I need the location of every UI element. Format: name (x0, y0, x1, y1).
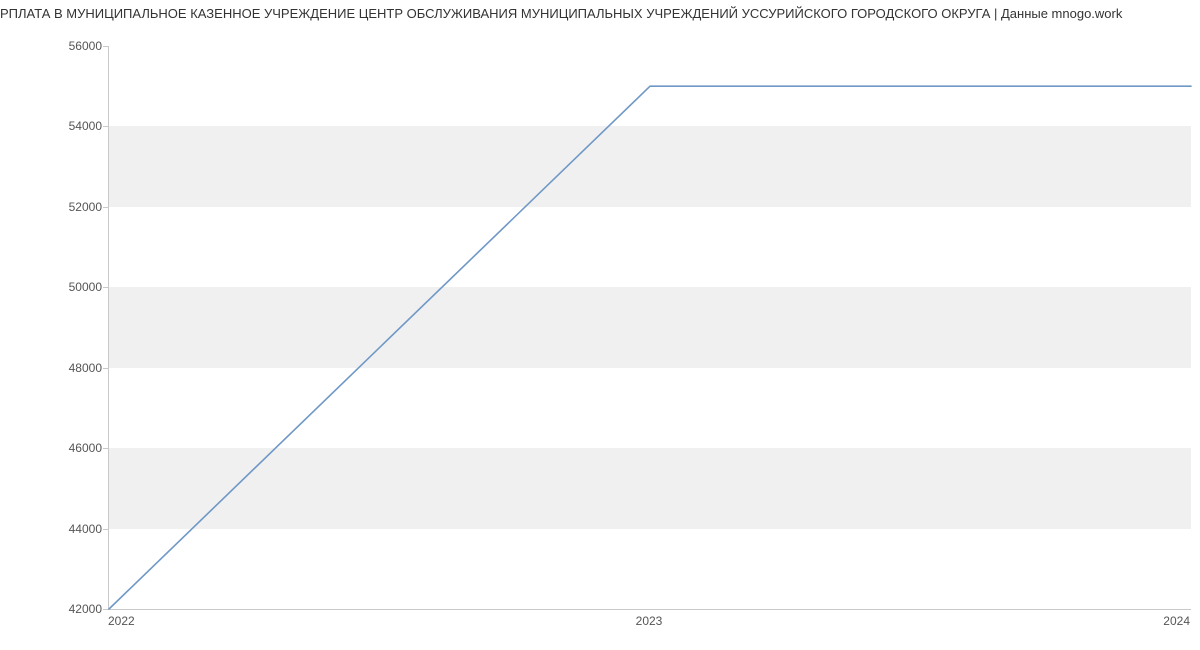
x-tick-label: 2022 (108, 614, 135, 628)
y-tick-label: 54000 (60, 119, 102, 133)
y-tick-label: 46000 (60, 441, 102, 455)
y-tick-label: 52000 (60, 200, 102, 214)
y-tick-mark (103, 529, 108, 530)
chart-title: РПЛАТА В МУНИЦИПАЛЬНОЕ КАЗЕННОЕ УЧРЕЖДЕН… (0, 6, 1200, 21)
y-tick-mark (103, 368, 108, 369)
y-tick-mark (103, 46, 108, 47)
y-tick-label: 44000 (60, 522, 102, 536)
line-series (109, 46, 1191, 609)
y-tick-label: 42000 (60, 602, 102, 616)
y-tick-label: 56000 (60, 39, 102, 53)
y-tick-label: 50000 (60, 280, 102, 294)
y-tick-mark (103, 207, 108, 208)
y-tick-mark (103, 287, 108, 288)
y-tick-label: 48000 (60, 361, 102, 375)
x-tick-label: 2023 (636, 614, 663, 628)
x-tick-label: 2024 (1163, 614, 1190, 628)
y-tick-mark (103, 448, 108, 449)
y-tick-mark (103, 126, 108, 127)
plot-area (108, 46, 1191, 610)
y-tick-mark (103, 609, 108, 610)
